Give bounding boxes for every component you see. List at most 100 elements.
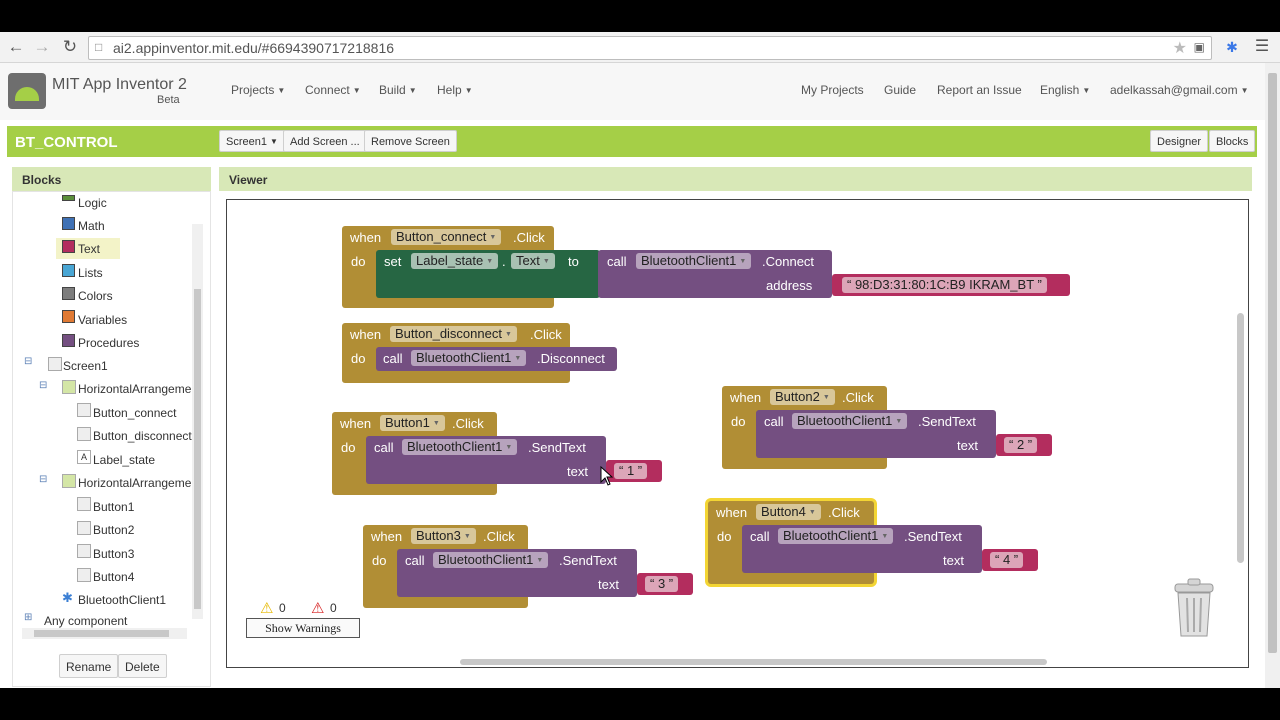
text-value-1[interactable]: “ 1 ”	[614, 463, 648, 479]
address-text-block[interactable]: “ 98:D3:31:80:1C:B9 IKRAM_BT ”	[832, 274, 1070, 296]
menu-projects[interactable]: Projects ▼	[231, 83, 285, 97]
text-value-3[interactable]: “ 3 ”	[645, 576, 679, 592]
drawer-procedures[interactable]: Procedures	[78, 336, 139, 350]
menu-help[interactable]: Help ▼	[437, 83, 473, 97]
text-value-block-4[interactable]: “ 4 ”	[982, 549, 1038, 571]
tree-button4[interactable]: Button4	[93, 570, 134, 584]
address-bar[interactable]: □ ai2.appinventor.mit.edu/#6694390717218…	[88, 36, 1212, 60]
menu-icon[interactable]: ☰	[1252, 37, 1272, 57]
text-value-4[interactable]: “ 4 ”	[990, 552, 1024, 568]
drawer-colors[interactable]: Colors	[78, 289, 113, 303]
collapse-arrangement2-icon[interactable]: ⊟	[39, 474, 47, 485]
blocks-workspace[interactable]: when Button_connect ▼ .Click do set Label…	[226, 199, 1249, 668]
drawer-variables[interactable]: Variables	[78, 313, 127, 327]
text-value-block-1[interactable]: “ 1 ”	[606, 460, 662, 482]
account-menu[interactable]: adelkassah@gmail.com ▼	[1110, 83, 1249, 97]
menu-build[interactable]: Build ▼	[379, 83, 417, 97]
translate-icon[interactable]: ▣	[1194, 40, 1205, 54]
component-dropdown[interactable]: Button_connect ▼	[391, 229, 502, 245]
collapse-screen-icon[interactable]: ⊟	[24, 356, 32, 367]
app-inventor-logo[interactable]	[8, 73, 46, 109]
call-bluetooth-disconnect-block[interactable]: call BluetoothClient1 ▼ .Disconnect	[376, 347, 617, 371]
tree-vscrollbar[interactable]	[192, 224, 203, 619]
tree-any-component[interactable]: Any component	[44, 614, 127, 628]
component-dropdown[interactable]: Button3 ▼	[411, 528, 476, 544]
method-name: .SendText	[528, 440, 586, 455]
trash-can-icon[interactable]	[1171, 578, 1217, 640]
show-warnings-button[interactable]: Show Warnings	[246, 618, 360, 638]
screen-select[interactable]: Screen1 ▼	[219, 130, 285, 152]
variables-color-icon	[62, 310, 75, 323]
tree-button-connect[interactable]: Button_connect	[93, 406, 176, 420]
tree-arrangement1[interactable]: HorizontalArrangemer	[78, 382, 195, 396]
tree-button1[interactable]: Button1	[93, 500, 134, 514]
method-name: .SendText	[918, 414, 976, 429]
forward-icon[interactable]: →	[32, 37, 52, 57]
method-name: .SendText	[904, 529, 962, 544]
tree-label-state[interactable]: Label_state	[93, 453, 155, 467]
call-bluetooth-connect-block[interactable]: call BluetoothClient1 ▼ .Connect address	[598, 250, 832, 298]
text-value-block-3[interactable]: “ 3 ”	[637, 573, 693, 595]
set-component-dropdown[interactable]: Label_state ▼	[411, 253, 499, 269]
call-label: call	[764, 414, 784, 429]
component-dropdown[interactable]: Button2 ▼	[770, 389, 835, 405]
workspace-hscrollbar[interactable]	[460, 659, 1047, 665]
tree-bluetooth-client[interactable]: BluetoothClient1	[78, 593, 166, 607]
link-guide[interactable]: Guide	[884, 83, 916, 97]
address-text-value[interactable]: “ 98:D3:31:80:1C:B9 IKRAM_BT ”	[842, 277, 1047, 293]
blocks-button[interactable]: Blocks	[1209, 130, 1256, 152]
link-my-projects[interactable]: My Projects	[801, 83, 864, 97]
bt-component-dropdown[interactable]: BluetoothClient1 ▼	[402, 439, 518, 455]
component-dropdown[interactable]: Button_disconnect ▼	[390, 326, 517, 342]
workspace-vscrollbar[interactable]	[1237, 313, 1244, 563]
page-scrollbar[interactable]	[1265, 63, 1280, 688]
when-label: when	[730, 390, 762, 405]
text-value-block-2[interactable]: “ 2 ”	[996, 434, 1052, 456]
do-label: do	[731, 414, 746, 429]
tree-screen1[interactable]: Screen1	[63, 359, 108, 373]
component-dropdown[interactable]: Button1 ▼	[380, 415, 445, 431]
tree-hscrollbar[interactable]	[22, 628, 187, 639]
call-bluetooth-sendtext-block-4[interactable]: call BluetoothClient1 ▼ .SendText text	[742, 525, 982, 573]
procedures-color-icon	[62, 334, 75, 347]
drawer-lists[interactable]: Lists	[78, 266, 103, 280]
drawer-text[interactable]: Text	[78, 242, 100, 256]
bt-component-dropdown[interactable]: BluetoothClient1 ▼	[433, 552, 549, 568]
mouse-cursor-icon	[600, 466, 614, 486]
bt-component-dropdown[interactable]: BluetoothClient1 ▼	[792, 413, 908, 429]
set-label-state-text-block[interactable]: set Label_state ▼ . Text ▼ to	[376, 250, 600, 298]
star-icon[interactable]: ★	[1173, 38, 1187, 58]
text-value-2[interactable]: “ 2 ”	[1004, 437, 1038, 453]
back-icon[interactable]: ←	[6, 37, 26, 57]
extension-icon[interactable]: ✱	[1222, 37, 1242, 57]
remove-screen-button[interactable]: Remove Screen	[364, 130, 457, 152]
drawer-math[interactable]: Math	[78, 219, 105, 233]
bt-component-dropdown[interactable]: BluetoothClient1 ▼	[778, 528, 894, 544]
call-bluetooth-sendtext-block-3[interactable]: call BluetoothClient1 ▼ .SendText text	[397, 549, 637, 597]
language-menu[interactable]: English ▼	[1040, 83, 1090, 97]
to-label: to	[568, 254, 579, 269]
tree-button3[interactable]: Button3	[93, 547, 134, 561]
menu-connect[interactable]: Connect ▼	[305, 83, 361, 97]
call-bluetooth-sendtext-block-2[interactable]: call BluetoothClient1 ▼ .SendText text	[756, 410, 996, 458]
text-param-label: text	[957, 438, 978, 453]
component-dropdown[interactable]: Button4 ▼	[756, 504, 821, 520]
delete-button[interactable]: Delete	[118, 654, 167, 678]
set-property-dropdown[interactable]: Text ▼	[511, 253, 555, 269]
tree-button-disconnect[interactable]: Button_disconnect	[93, 429, 192, 443]
tree-button2[interactable]: Button2	[93, 523, 134, 537]
url-text: ai2.appinventor.mit.edu/#669439071721881…	[113, 40, 395, 56]
add-screen-button[interactable]: Add Screen ...	[283, 130, 367, 152]
tree-arrangement2[interactable]: HorizontalArrangemer	[78, 476, 195, 490]
rename-button[interactable]: Rename	[59, 654, 119, 678]
bt-component-dropdown[interactable]: BluetoothClient1 ▼	[411, 350, 527, 366]
call-bluetooth-sendtext-block-1[interactable]: call BluetoothClient1 ▼ .SendText text	[366, 436, 606, 484]
drawer-logic[interactable]: Logic	[78, 196, 107, 210]
collapse-arrangement1-icon[interactable]: ⊟	[39, 380, 47, 391]
designer-button[interactable]: Designer	[1150, 130, 1209, 152]
reload-icon[interactable]: ↻	[60, 37, 80, 57]
do-label: do	[351, 351, 366, 366]
link-report-issue[interactable]: Report an Issue	[937, 83, 1022, 97]
expand-any-component-icon[interactable]: ⊞	[24, 612, 32, 623]
bt-component-dropdown[interactable]: BluetoothClient1 ▼	[636, 253, 752, 269]
